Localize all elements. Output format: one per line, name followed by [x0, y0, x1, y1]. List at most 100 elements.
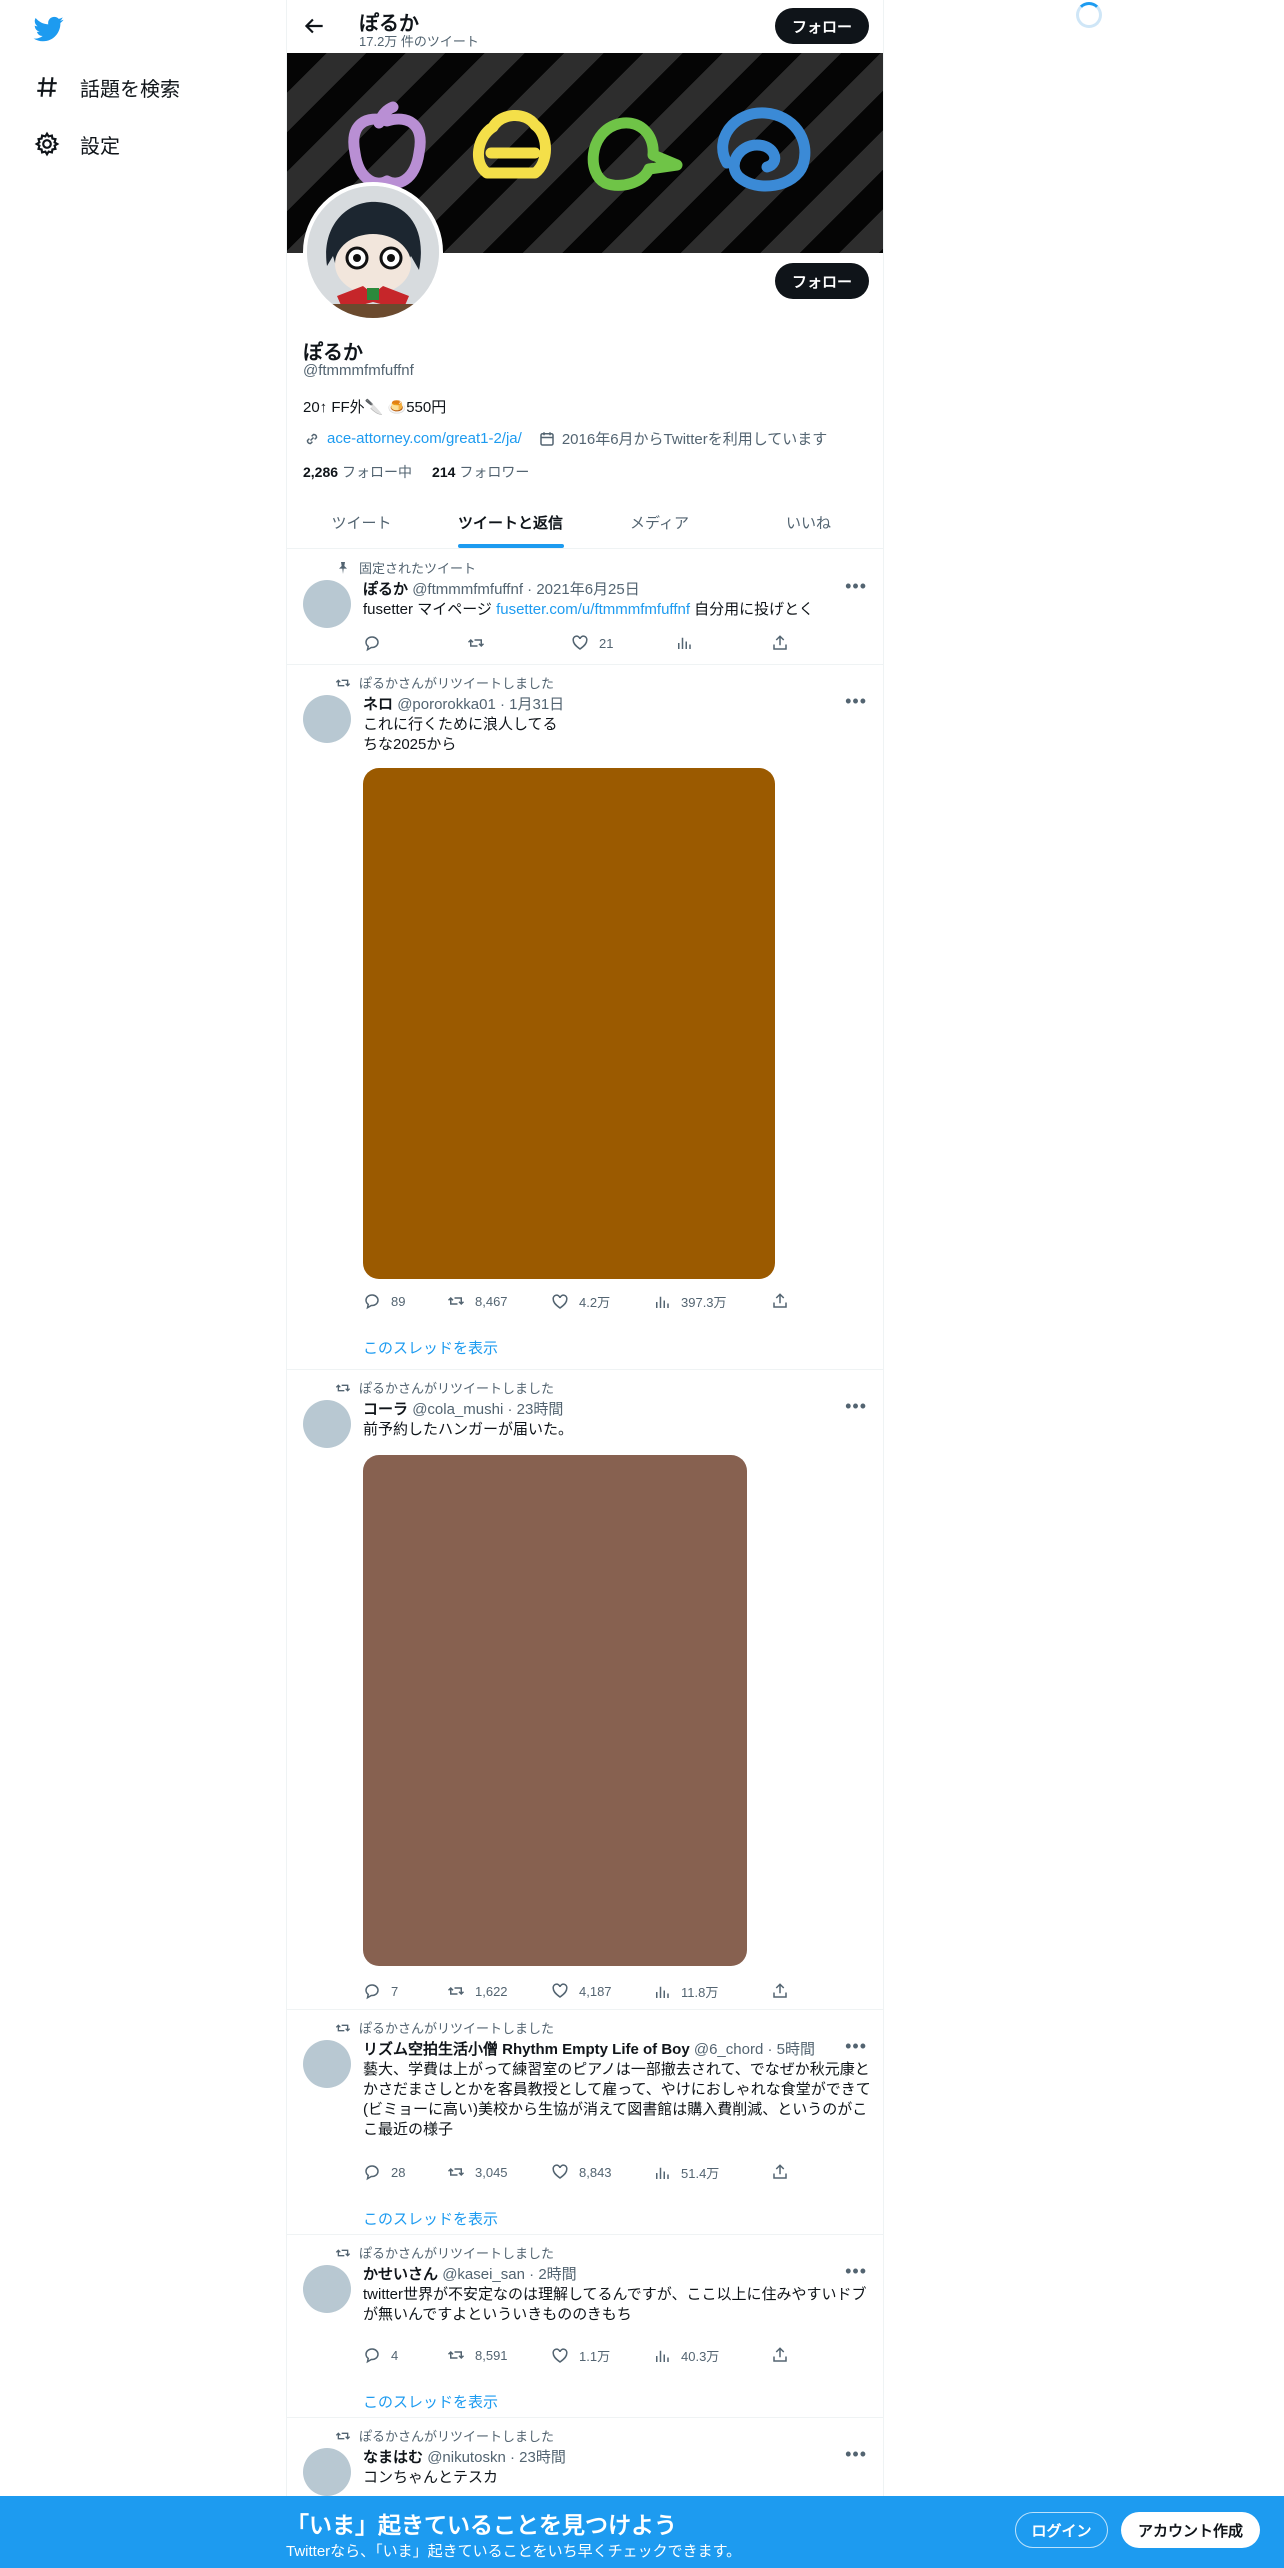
retweet-button[interactable]: 8,467: [447, 1292, 508, 1310]
reply-button[interactable]: 89: [363, 1292, 405, 1310]
author-handle[interactable]: @cola_mushi: [412, 1401, 503, 1418]
reply-button[interactable]: 28: [363, 2163, 405, 2181]
more-options-icon[interactable]: •••: [845, 1396, 867, 1417]
more-options-icon[interactable]: •••: [845, 691, 867, 712]
more-options-icon[interactable]: •••: [845, 2261, 867, 2282]
tweet-time[interactable]: 23時間: [517, 1401, 564, 1418]
retweet-button[interactable]: 3,045: [447, 2163, 508, 2181]
views-button[interactable]: 397.3万: [653, 1292, 727, 1311]
nav-settings[interactable]: 設定: [34, 122, 120, 166]
tweet-header: かせいさん @kasei_san · 2時間: [363, 2263, 577, 2284]
retweet-count: 8,467: [475, 1293, 508, 1309]
author-handle[interactable]: @nikutoskn: [427, 2449, 506, 2466]
create-account-button[interactable]: アカウント作成: [1121, 2512, 1260, 2548]
nav-settings-label: 設定: [80, 135, 120, 158]
author-name[interactable]: ネロ: [363, 696, 393, 713]
author-handle[interactable]: @6_chord: [694, 2041, 763, 2058]
signup-prompt-subtitle: Twitterなら、「いま」起きていることをいち早くチェックできます。: [286, 2543, 742, 2560]
tab-tweets-and-replies[interactable]: ツイートと返信: [436, 496, 585, 548]
tweet-item[interactable]: ぽるかさんがリツイートしました かせいさん @kasei_san · 2時間 •…: [287, 2235, 883, 2418]
tweet-time[interactable]: 5時間: [777, 2041, 815, 2058]
share-button[interactable]: [771, 2163, 789, 2181]
views-chart-icon: [656, 1986, 669, 1998]
like-button[interactable]: 4.2万: [551, 1292, 610, 1311]
views-button[interactable]: 51.4万: [653, 2163, 719, 2182]
avatar[interactable]: [303, 580, 351, 628]
tweet-link[interactable]: fusetter.com/u/ftmmmfmfuffnf: [496, 601, 690, 618]
following-link[interactable]: 2,286 フォロー中: [303, 462, 412, 482]
nav-explore[interactable]: 話題を検索: [34, 65, 180, 109]
tweet-header: ぽるか @ftmmmfmfuffnf · 2021年6月25日: [363, 578, 640, 599]
retweet-button[interactable]: 8,591: [447, 2346, 508, 2364]
login-button[interactable]: ログイン: [1015, 2512, 1108, 2548]
author-handle[interactable]: @kasei_san: [442, 2266, 525, 2283]
more-options-icon[interactable]: •••: [845, 2444, 867, 2465]
tweet-actions: 7 1,622 4,187 11.8万: [363, 1982, 803, 2002]
like-button[interactable]: 1.1万: [551, 2346, 610, 2365]
reply-button[interactable]: 7: [363, 1982, 398, 2000]
avatar[interactable]: [303, 2265, 351, 2313]
avatar[interactable]: [303, 1400, 351, 1448]
tweet-time[interactable]: 23時間: [519, 2449, 566, 2466]
tweet-context: ぽるかさんがリツイートしました: [335, 2018, 554, 2037]
author-name[interactable]: リズム空拍生活小僧 Rhythm Empty Life of Boy: [363, 2041, 690, 2058]
heart-icon: [552, 2164, 568, 2179]
twitter-bird-logo-icon[interactable]: [32, 14, 66, 44]
tweet-time[interactable]: 2021年6月25日: [536, 581, 639, 598]
share-icon: [773, 635, 787, 650]
share-button[interactable]: [771, 1982, 789, 2000]
followers-link[interactable]: 214 フォロワー: [432, 462, 529, 482]
tweet-item[interactable]: ぽるかさんがリツイートしました ネロ @pororokka01 · 1月31日 …: [287, 665, 883, 1370]
views-button[interactable]: 40.3万: [653, 2346, 719, 2365]
heart-icon: [552, 1983, 568, 1998]
avatar[interactable]: [303, 695, 351, 743]
profile-avatar[interactable]: [303, 182, 443, 322]
more-options-icon[interactable]: •••: [845, 2036, 867, 2057]
avatar[interactable]: [303, 2448, 351, 2496]
tweet-media-image[interactable]: [363, 768, 775, 1279]
avatar[interactable]: [303, 2040, 351, 2088]
tab-media[interactable]: メディア: [585, 496, 734, 548]
back-arrow-icon[interactable]: [301, 13, 327, 39]
author-name[interactable]: ぽるか: [363, 581, 408, 598]
tweet-item[interactable]: ぽるかさんがリツイートしました コーラ @cola_mushi · 23時間 •…: [287, 1370, 883, 2010]
views-button[interactable]: 11.8万: [653, 1982, 718, 2001]
profile-website-link[interactable]: ace-attorney.com/great1-2/ja/: [327, 430, 522, 447]
retweet-button[interactable]: 1,622: [447, 1982, 508, 2000]
tweet-context: ぽるかさんがリツイートしました: [335, 2243, 554, 2262]
following-count: 2,286: [303, 464, 339, 480]
author-name[interactable]: コーラ: [363, 1401, 408, 1418]
tweet-time[interactable]: 2時間: [538, 2266, 576, 2283]
header-follow-button[interactable]: フォロー: [775, 8, 869, 44]
author-handle[interactable]: @pororokka01: [397, 696, 496, 713]
views-button[interactable]: [675, 634, 703, 652]
like-button[interactable]: 21: [571, 634, 613, 652]
show-thread-link[interactable]: このスレッドを表示: [363, 2391, 498, 2412]
separator-dot: ·: [507, 1401, 513, 1418]
tab-likes[interactable]: いいね: [734, 496, 883, 548]
show-thread-link[interactable]: このスレッドを表示: [363, 2208, 498, 2229]
author-name[interactable]: なまはむ: [363, 2449, 423, 2466]
share-button[interactable]: [771, 1292, 789, 1310]
retweet-icon: [335, 678, 351, 687]
like-button[interactable]: 4,187: [551, 1982, 612, 2000]
tweet-item[interactable]: ぽるかさんがリツイートしました なまはむ @nikutoskn · 23時間 •…: [287, 2418, 883, 2496]
tweet-media-image[interactable]: [363, 1455, 747, 1966]
retweet-button[interactable]: [467, 634, 495, 652]
share-button[interactable]: [771, 2346, 789, 2364]
tweet-item[interactable]: ぽるかさんがリツイートしました リズム空拍生活小僧 Rhythm Empty L…: [287, 2010, 883, 2235]
reply-button[interactable]: 4: [363, 2346, 398, 2364]
show-thread-link[interactable]: このスレッドを表示: [363, 1337, 498, 1358]
retweet-count: 1,622: [475, 1983, 508, 1999]
profile-follow-button[interactable]: フォロー: [775, 263, 869, 299]
share-button[interactable]: [771, 634, 789, 652]
reply-button[interactable]: [363, 634, 391, 652]
tab-tweets[interactable]: ツイート: [287, 496, 436, 548]
more-options-icon[interactable]: •••: [845, 576, 867, 597]
author-name[interactable]: かせいさん: [363, 2266, 438, 2283]
tweet-item[interactable]: 固定されたツイート ぽるか @ftmmmfmfuffnf · 2021年6月25…: [287, 550, 883, 665]
author-handle[interactable]: @ftmmmfmfuffnf: [412, 581, 523, 598]
like-button[interactable]: 8,843: [551, 2163, 612, 2181]
views-count: 397.3万: [681, 1295, 727, 1310]
tweet-time[interactable]: 1月31日: [509, 696, 564, 713]
